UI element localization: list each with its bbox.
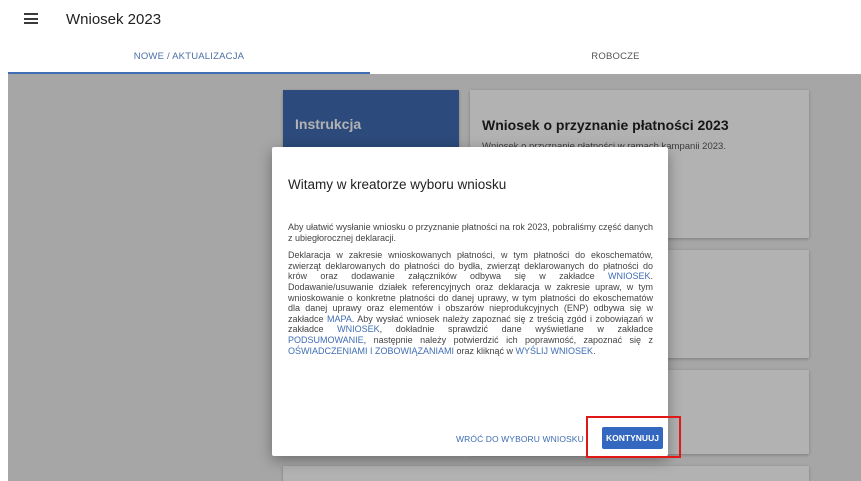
dialog-body: Aby ułatwić wysłanie wniosku o przyznani… [288,222,653,363]
dialog-title: Witamy w kreatorze wyboru wniosku [288,177,507,192]
welcome-dialog: Witamy w kreatorze wyboru wniosku Aby uł… [272,147,668,456]
dialog-text: . [593,345,596,356]
dialog-paragraph-1: Aby ułatwić wysłanie wniosku o przyznani… [288,222,653,243]
dialog-text: Deklaracja w zakresie wnioskowanych płat… [288,250,653,282]
link-podsumowanie[interactable]: PODSUMOWANIE [288,335,364,345]
back-to-selection-button[interactable]: WRÓĆ DO WYBORU WNIOSKU [456,431,584,447]
link-wniosek[interactable]: WNIOSEK [608,271,651,281]
tab-nowe-aktualizacja[interactable]: NOWE / AKTUALIZACJA [8,38,370,74]
link-oswiadczenia-i-zobowiazania[interactable]: OŚWIADCZENIAMI I ZOBOWIĄZANIAMI [288,346,454,356]
hamburger-menu-icon[interactable] [24,13,38,24]
tab-bar: NOWE / AKTUALIZACJA ROBOCZE [8,38,861,74]
dialog-paragraph-2: Deklaracja w zakresie wnioskowanych płat… [288,250,653,356]
dialog-text: , dokładnie sprawdzić dane wyświetlane w… [379,324,654,335]
link-mapa[interactable]: MAPA [327,314,352,324]
page-title: Wniosek 2023 [66,11,162,28]
dialog-text: oraz kliknąć w [454,345,516,356]
dialog-text: , następnie należy potwierdzić ich popra… [363,334,653,345]
link-wniosek-2[interactable]: WNIOSEK [337,324,380,334]
tab-robocze[interactable]: ROBOCZE [370,38,861,74]
link-wyslij-wniosek[interactable]: WYŚLIJ WNIOSEK [516,346,594,356]
top-app-bar: Wniosek 2023 [0,0,861,38]
highlight-annotation-box [586,416,681,458]
